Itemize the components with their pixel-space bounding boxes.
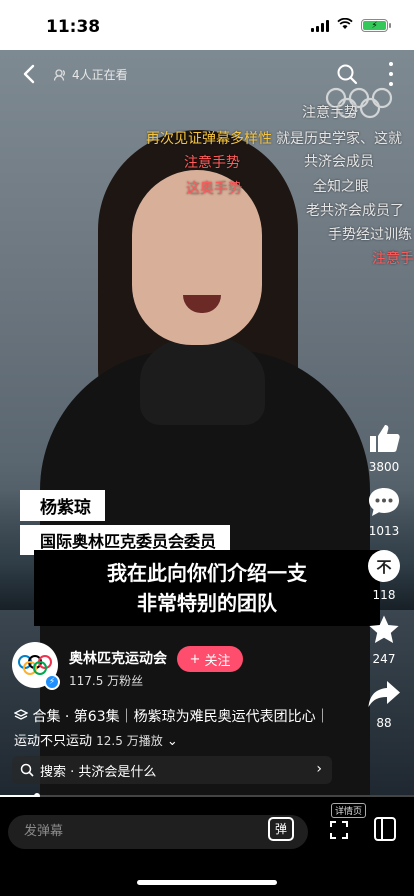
related-search-label: 搜索 · 共济会是什么 [40, 764, 157, 780]
danmaku-comment: 注意手势 [184, 155, 240, 171]
subtitle-line: 我在此向你们介绍一支 [107, 561, 307, 585]
side-action-bar: 3800 1013 不 118 247 88 [362, 420, 406, 740]
dislike-button[interactable]: 不 118 [366, 548, 402, 602]
danmaku-comment: 老共济会成员了 [306, 203, 404, 219]
video-top-bar: 4人正在看 [0, 50, 414, 98]
creator-name[interactable]: 奥林匹克运动会 [69, 648, 167, 668]
battery-charging: ⚡ [363, 21, 386, 31]
danmaku-comment: 就是历史学家、这就 [276, 131, 402, 147]
danmaku-comment: 全知之眼 [313, 179, 369, 195]
video-player[interactable]: 注意手势 再次见证弹幕多样性 就是历史学家、这就 注意手势 共济会成员 这奥手势… [0, 50, 414, 796]
star-icon [366, 612, 402, 648]
search-small-icon [20, 763, 34, 777]
danmaku-comment: 这奥手势 [186, 181, 242, 197]
chevron-right-icon: › [316, 761, 322, 777]
status-bar: 11:38 ⚡ [0, 0, 414, 50]
related-search-bar[interactable]: 搜索 · 共济会是什么 › [12, 756, 332, 784]
back-arrow-icon[interactable] [18, 62, 42, 86]
coin-label: 不 [368, 550, 400, 582]
video-tag: 运动不只运动 [14, 734, 93, 749]
bottom-bar: 发弹幕 弹 详情页 [0, 797, 414, 896]
viewer-count: 4人正在看 [54, 66, 128, 83]
battery-icon: ⚡ [361, 19, 391, 32]
creator-info: ⚡ 奥林匹克运动会 117.5 万粉丝 + 关注 [12, 642, 312, 692]
follow-label: 关注 [204, 653, 231, 669]
favorite-count: 247 [372, 652, 396, 666]
chevron-down-icon: ⌄ [166, 734, 178, 749]
speaker-name: 杨紫琼 [20, 490, 105, 521]
play-count: 12.5 万播放 [96, 734, 163, 748]
danmaku-comment: 注意手 [372, 251, 414, 267]
coin-icon: 不 [366, 548, 402, 584]
share-count: 88 [376, 716, 392, 730]
detail-page-label[interactable]: 详情页 [331, 803, 367, 818]
comment-count: 1013 [368, 524, 400, 538]
wifi-icon [337, 17, 353, 33]
danmaku-input[interactable]: 发弹幕 [8, 815, 308, 849]
comment-button[interactable]: 1013 [366, 484, 402, 538]
plus-icon: + [189, 651, 201, 667]
like-count: 3800 [368, 460, 400, 474]
favorite-button[interactable]: 247 [366, 612, 402, 666]
more-options-icon[interactable] [386, 62, 396, 86]
coin-count: 118 [372, 588, 396, 602]
collection-info[interactable]: 合集 · 第63集｜杨紫琼为难民奥运代表团比心｜ [13, 706, 330, 726]
fullscreen-icon[interactable] [330, 821, 348, 839]
speaker-name-plate: 杨紫琼 国际奥林匹克委员会委员 [20, 490, 231, 555]
status-time: 11:38 [46, 17, 101, 37]
status-icons: ⚡ [311, 17, 391, 33]
follow-button[interactable]: + 关注 [177, 646, 243, 672]
layers-icon [13, 709, 32, 725]
video-subtitle: 我在此向你们介绍一支 非常特别的团队 [34, 550, 380, 626]
share-arrow-icon [366, 676, 402, 712]
search-icon[interactable] [336, 63, 358, 85]
tag-line[interactable]: 运动不只运动 12.5 万播放 ⌄ [14, 730, 178, 749]
danmaku-comment: 再次见证弹幕多样性 [146, 131, 272, 147]
verified-badge-icon: ⚡ [44, 674, 60, 690]
danmaku-toggle-button[interactable]: 弹 [268, 817, 294, 841]
signal-icon [311, 19, 329, 32]
collection-label: 合集 · 第63集｜杨紫琼为难民奥运代表团比心｜ [32, 709, 330, 725]
danmaku-comment: 注意手势 [302, 105, 358, 121]
danmaku-comment: 手势经过训练 [328, 227, 412, 243]
viewers-icon [54, 68, 65, 81]
home-indicator [137, 880, 277, 885]
danmaku-comment: 共济会成员 [304, 154, 374, 170]
viewer-count-label: 4人正在看 [72, 68, 128, 82]
thumbs-up-icon [366, 420, 402, 456]
creator-followers: 117.5 万粉丝 [69, 674, 144, 688]
portrait-mode-icon[interactable] [374, 817, 396, 841]
like-button[interactable]: 3800 [366, 420, 402, 474]
subtitle-line: 非常特别的团队 [137, 591, 277, 615]
share-button[interactable]: 88 [366, 676, 402, 730]
comment-icon [366, 484, 402, 520]
